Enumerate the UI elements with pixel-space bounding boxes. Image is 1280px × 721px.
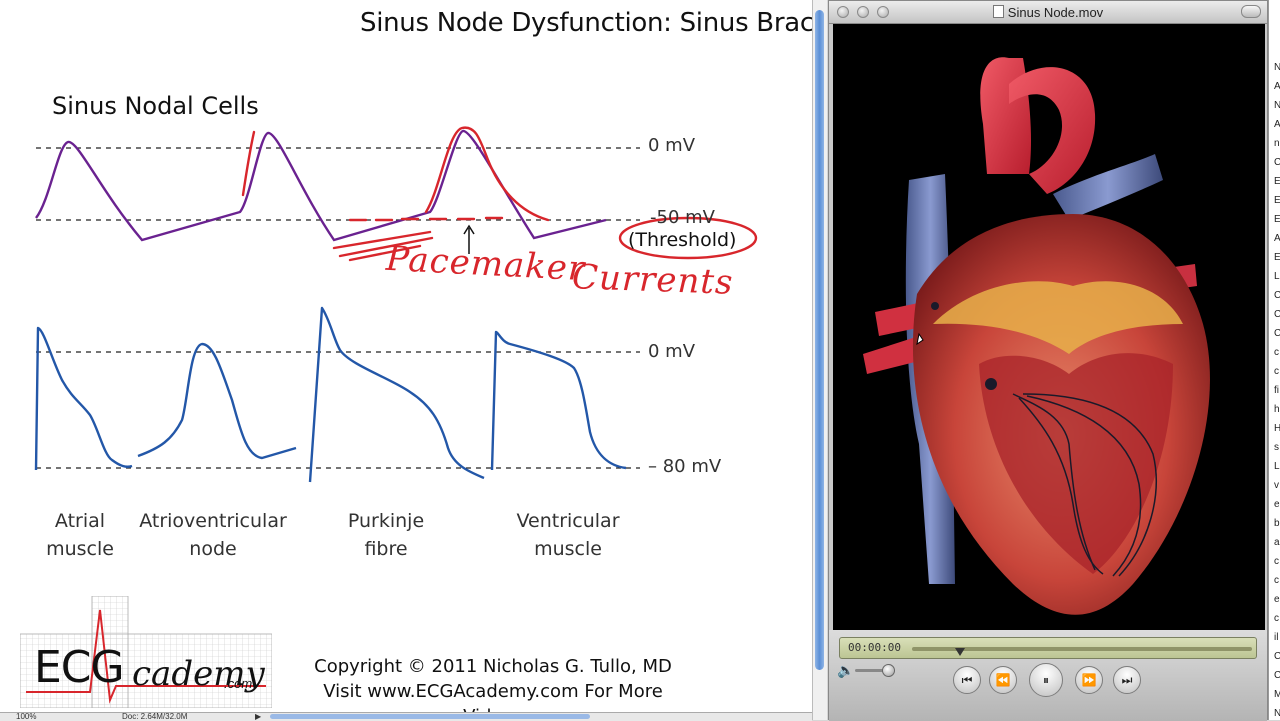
zero-mv-label-top: 0 mV — [648, 135, 696, 156]
cell-label-line: node — [189, 538, 237, 560]
window-title-text: Sinus Node.mov — [1007, 5, 1104, 20]
threshold-label: (Threshold) — [628, 229, 737, 251]
eighty-mv-label: – 80 mV — [648, 456, 722, 477]
cell-label-line: muscle — [46, 538, 114, 560]
logo-ecg-text: ECG — [34, 642, 125, 693]
go-to-end-button[interactable]: ⏭ — [1113, 666, 1141, 694]
background-list-letter: C — [1274, 157, 1280, 168]
background-list-letter: e — [1274, 499, 1280, 510]
background-list-letter: b — [1274, 518, 1280, 529]
ecg-academy-logo: ECG cademy .com — [20, 596, 272, 708]
background-list-letter: N — [1274, 100, 1280, 111]
cell-label-ventricular: Ventricular muscle — [508, 507, 628, 563]
cell-label-line: Purkinje — [347, 510, 425, 532]
movie-file-icon — [992, 5, 1004, 18]
background-list-letter: A — [1274, 233, 1280, 244]
cell-label-line: Atrial — [54, 510, 106, 532]
background-list-letter: c — [1274, 366, 1279, 377]
handwritten-currents: Currents — [571, 257, 735, 303]
background-list-letter: E — [1274, 195, 1280, 206]
cell-label-purkinje: Purkinje fibre — [336, 507, 436, 563]
cell-label-atrial: Atrial muscle — [30, 507, 130, 563]
toolbar-toggle-button[interactable] — [1241, 5, 1261, 18]
background-list-letter: C — [1274, 309, 1280, 320]
background-list-letter: c — [1274, 613, 1279, 624]
background-list-letter: E — [1274, 214, 1280, 225]
atrial-muscle-trace — [34, 326, 133, 471]
background-list-letter: h — [1274, 404, 1280, 415]
background-list-letter: A — [1274, 119, 1280, 130]
background-list-letter: c — [1274, 575, 1279, 586]
background-list-letter: e — [1274, 594, 1280, 605]
background-list-letter: v — [1274, 480, 1279, 491]
purkinje-trace — [308, 306, 485, 483]
volume-slider-knob[interactable] — [882, 664, 895, 677]
background-list-letter: n — [1274, 138, 1280, 149]
cell-label-av-node: Atrioventricular node — [134, 507, 292, 563]
playback-controls: 00:00:00 🔈 ⏮ ⏪ ⏸ ⏩ ⏭ — [829, 630, 1267, 721]
slide-canvas: Sinus Node Dysfunction: Sinus Brac Sinus… — [0, 0, 812, 712]
background-list-letter: L — [1274, 271, 1280, 282]
background-list-letter: E — [1274, 252, 1280, 263]
playhead-marker[interactable] — [954, 648, 965, 656]
vertical-scroll-thumb[interactable] — [815, 10, 824, 670]
copyright-line: Copyright © 2011 Nicholas G. Tullo, MD — [314, 656, 672, 677]
background-list-letter: C — [1274, 328, 1280, 339]
fifty-mv-label: -50 mV — [650, 207, 715, 228]
background-list-letter: C — [1274, 290, 1280, 301]
background-list-letter: fi — [1274, 385, 1279, 396]
ventricular-trace — [490, 330, 627, 471]
background-list-letter: N — [1274, 62, 1280, 73]
pause-button[interactable]: ⏸ — [1029, 663, 1063, 697]
zero-mv-label-bottom: 0 mV — [648, 341, 696, 362]
background-list-letter: s — [1274, 442, 1279, 453]
timeline-scrubber[interactable] — [912, 647, 1252, 656]
background-list-letter: A — [1274, 81, 1280, 92]
website-line: Visit www.ECGAcademy.com For More Videos — [323, 681, 663, 712]
heart-illustration — [863, 57, 1210, 615]
background-list-letter: c — [1274, 347, 1279, 358]
fast-forward-button[interactable]: ⏩ — [1075, 666, 1103, 694]
timeline-display[interactable]: 00:00:00 — [839, 637, 1257, 659]
cell-label-line: Atrioventricular — [139, 510, 287, 532]
background-list-letter: il — [1274, 632, 1279, 643]
horizontal-scrollbar[interactable] — [270, 714, 590, 719]
sinus-nodal-trace — [35, 129, 607, 242]
video-frame[interactable] — [833, 24, 1265, 630]
quicktime-player-window: Sinus Node.mov 00:00:00 🔈 ⏮ ⏪ ⏸ ⏩ ⏭ — [828, 0, 1268, 721]
cell-label-line: muscle — [534, 538, 602, 560]
logo-suffix-text: .com — [224, 676, 253, 691]
background-list-letter: M — [1274, 689, 1280, 700]
background-list-letter: C — [1274, 651, 1280, 662]
copyright-block: Copyright © 2011 Nicholas G. Tullo, MD V… — [296, 654, 690, 712]
av-node-trace — [137, 342, 297, 460]
background-list-letter: c — [1274, 556, 1279, 567]
cell-label-line: Ventricular — [516, 510, 620, 532]
background-list-letter: H — [1274, 423, 1280, 434]
rewind-button[interactable]: ⏪ — [989, 666, 1017, 694]
background-list-letter: C — [1274, 670, 1280, 681]
background-list-letter: N — [1274, 708, 1280, 719]
background-window-strip: NANAnCEEEAELCCCccfihHsLvebaccecilCCMNR — [1268, 0, 1280, 720]
window-title: Sinus Node.mov — [829, 5, 1267, 20]
annotation-upstroke-2 — [241, 130, 256, 197]
background-list-letter: E — [1274, 176, 1280, 187]
vertical-scrollbar[interactable] — [812, 0, 827, 720]
volume-icon[interactable]: 🔈 — [837, 662, 854, 679]
player-title-bar[interactable]: Sinus Node.mov — [829, 1, 1267, 24]
background-list-letter: a — [1274, 537, 1280, 548]
go-to-start-button[interactable]: ⏮ — [953, 666, 981, 694]
background-list-letter: L — [1274, 461, 1280, 472]
cell-label-line: fibre — [364, 538, 408, 560]
current-time: 00:00:00 — [848, 641, 901, 654]
